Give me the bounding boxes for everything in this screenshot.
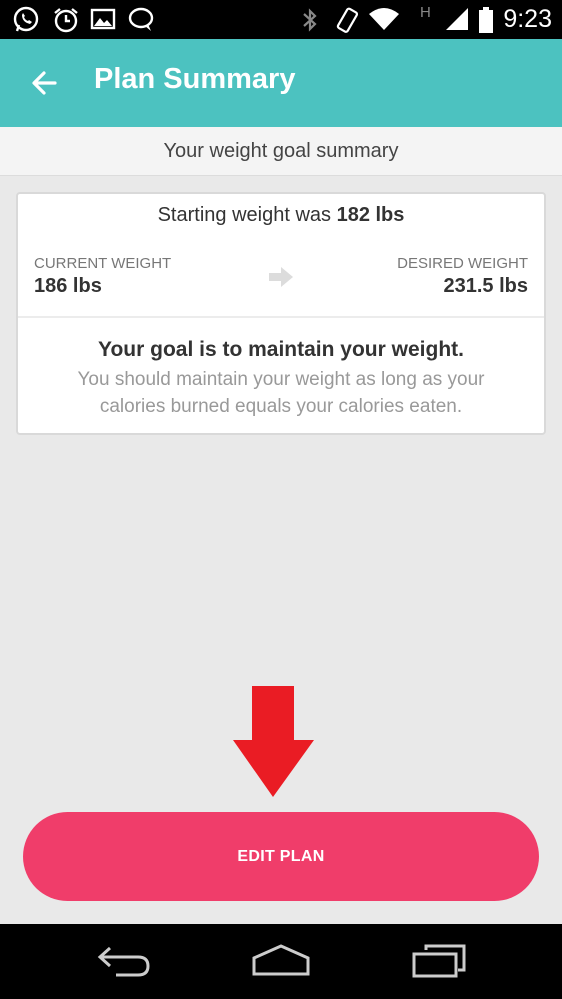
goal-description: You should maintain your weight as long … [77,369,485,417]
bluetooth-icon [300,6,320,39]
status-bar: H 9:23 [0,0,562,39]
weight-summary-card: Starting weight was 182 lbs CURRENT WEIG… [16,192,546,435]
edit-plan-button[interactable]: EDIT PLAN [23,812,539,901]
starting-weight-prefix: Starting weight was [157,204,337,226]
vibrate-icon [334,6,360,39]
whatsapp-icon [12,6,40,39]
wifi-icon [368,6,400,37]
page-title: Plan Summary [94,63,296,95]
navigation-bar [0,924,562,999]
back-arrow-icon [32,71,57,95]
recents-nav-icon[interactable] [410,940,468,985]
app-bar: Plan Summary [0,39,562,127]
chat-icon [127,6,155,39]
status-time: 9:23 [503,5,552,33]
current-weight-value: 186 lbs [34,275,102,297]
battery-icon [478,6,494,39]
section-subheader: Your weight goal summary [0,127,562,176]
goal-title: Your goal is to maintain your weight. [98,338,464,361]
card-divider [18,316,544,318]
back-nav-icon[interactable] [96,940,154,985]
desired-weight-value: 231.5 lbs [443,275,528,297]
current-weight-label: CURRENT WEIGHT [34,255,172,272]
network-h-icon: H [420,4,431,21]
gallery-icon [90,6,116,37]
alarm-icon [52,6,80,39]
starting-weight-value: 182 lbs [336,204,405,226]
arrow-right-icon [268,266,294,293]
back-button[interactable] [22,61,66,105]
home-nav-icon[interactable] [250,940,312,985]
desired-weight-label: DESIRED WEIGHT [397,255,528,272]
annotation-arrow-down-icon [233,686,315,803]
starting-weight-text: Starting weight was 182 lbs [18,204,544,227]
signal-icon [444,6,470,37]
